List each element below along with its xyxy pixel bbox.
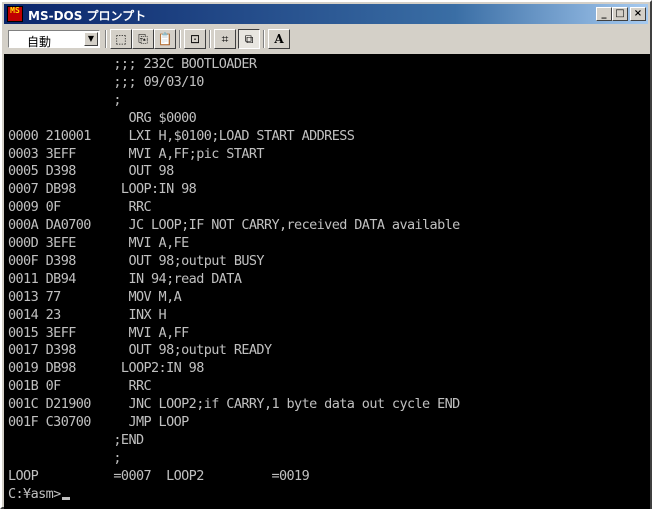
console-line: 0005 D398 OUT 98 bbox=[8, 163, 174, 180]
console-line: 000A DA0700 JC LOOP;IF NOT CARRY,receive… bbox=[8, 217, 460, 234]
console-line: 000D 3EFE MVI A,FE bbox=[8, 235, 189, 251]
console-line: 000F D398 OUT 98;output BUSY bbox=[8, 252, 265, 269]
console-line: LOOP =0007 LOOP2 =0019 bbox=[8, 467, 310, 484]
console-line: 0007 DB98 LOOP:IN 98 bbox=[8, 181, 197, 198]
console-line: 0014 23 INX H bbox=[8, 306, 167, 323]
toolbar-divider bbox=[179, 30, 181, 48]
background-tool-icon[interactable]: ⧉ bbox=[238, 29, 260, 49]
window-title: MS-DOS プロンプト bbox=[28, 9, 147, 23]
properties-tool-icon[interactable]: ⌗ bbox=[214, 29, 236, 49]
console-line: 0000 210001 LXI H,$0100;LOAD START ADDRE… bbox=[8, 127, 355, 144]
font-size-value: 自動 bbox=[27, 35, 52, 49]
console-line: ORG $0000 bbox=[8, 109, 197, 126]
console-line: 0013 77 MOV M,A bbox=[8, 288, 182, 305]
console-line: 0003 3EFF MVI A,FF;pic START bbox=[8, 145, 265, 162]
title-bar[interactable]: MS MS-DOS プロンプト _ □ × bbox=[4, 4, 648, 24]
console-line: 0011 DB94 IN 94;read DATA bbox=[8, 270, 242, 287]
text-cursor bbox=[61, 496, 70, 500]
console-line: ; bbox=[8, 91, 121, 108]
copy-tool-icon[interactable]: ⎘ bbox=[132, 29, 154, 49]
msdos-app-icon[interactable]: MS bbox=[7, 6, 23, 22]
toolbar-divider bbox=[209, 30, 211, 48]
fullscreen-tool-icon[interactable]: ⊡ bbox=[184, 29, 206, 49]
msdos-window: MS MS-DOS プロンプト _ □ × 自動 ▼ ⬚ ⎘ 📋 ⊡ ⌗ ⧉ A… bbox=[0, 0, 652, 509]
console-line: 0015 3EFF MVI A,FF bbox=[8, 324, 189, 341]
console-line: ;;; 09/03/10 bbox=[8, 73, 204, 90]
console-line: ; bbox=[8, 449, 121, 466]
command-prompt[interactable]: C:¥asm> bbox=[8, 485, 70, 503]
console-line: 0009 0F RRC bbox=[8, 199, 152, 216]
close-button[interactable]: × bbox=[630, 7, 646, 21]
minimize-button[interactable]: _ bbox=[596, 7, 612, 21]
console-output[interactable]: ;;; 232C BOOTLOADER ;;; 09/03/10 ; ORG $… bbox=[4, 54, 650, 509]
font-tool-icon[interactable]: A bbox=[268, 29, 290, 49]
console-line: 0017 D398 OUT 98;output READY bbox=[8, 342, 272, 359]
console-line: 001B 0F RRC bbox=[8, 378, 152, 395]
toolbar-divider bbox=[105, 30, 107, 48]
font-size-select[interactable]: 自動 ▼ bbox=[8, 30, 100, 49]
console-line: 001F C30700 JMP LOOP bbox=[8, 414, 189, 430]
console-line: ;END bbox=[8, 431, 144, 448]
paste-tool-icon[interactable]: 📋 bbox=[154, 29, 176, 49]
mark-tool-icon[interactable]: ⬚ bbox=[110, 29, 132, 49]
console-line: 0019 DB98 LOOP2:IN 98 bbox=[8, 360, 204, 377]
maximize-button[interactable]: □ bbox=[612, 7, 628, 21]
toolbar-divider bbox=[263, 30, 265, 48]
chevron-down-icon[interactable]: ▼ bbox=[84, 32, 98, 46]
console-line: 001C D21900 JNC LOOP2;if CARRY,1 byte da… bbox=[8, 396, 460, 413]
toolbar: 自動 ▼ ⬚ ⎘ 📋 ⊡ ⌗ ⧉ A bbox=[4, 26, 648, 52]
console-line: ;;; 232C BOOTLOADER bbox=[8, 56, 257, 72]
